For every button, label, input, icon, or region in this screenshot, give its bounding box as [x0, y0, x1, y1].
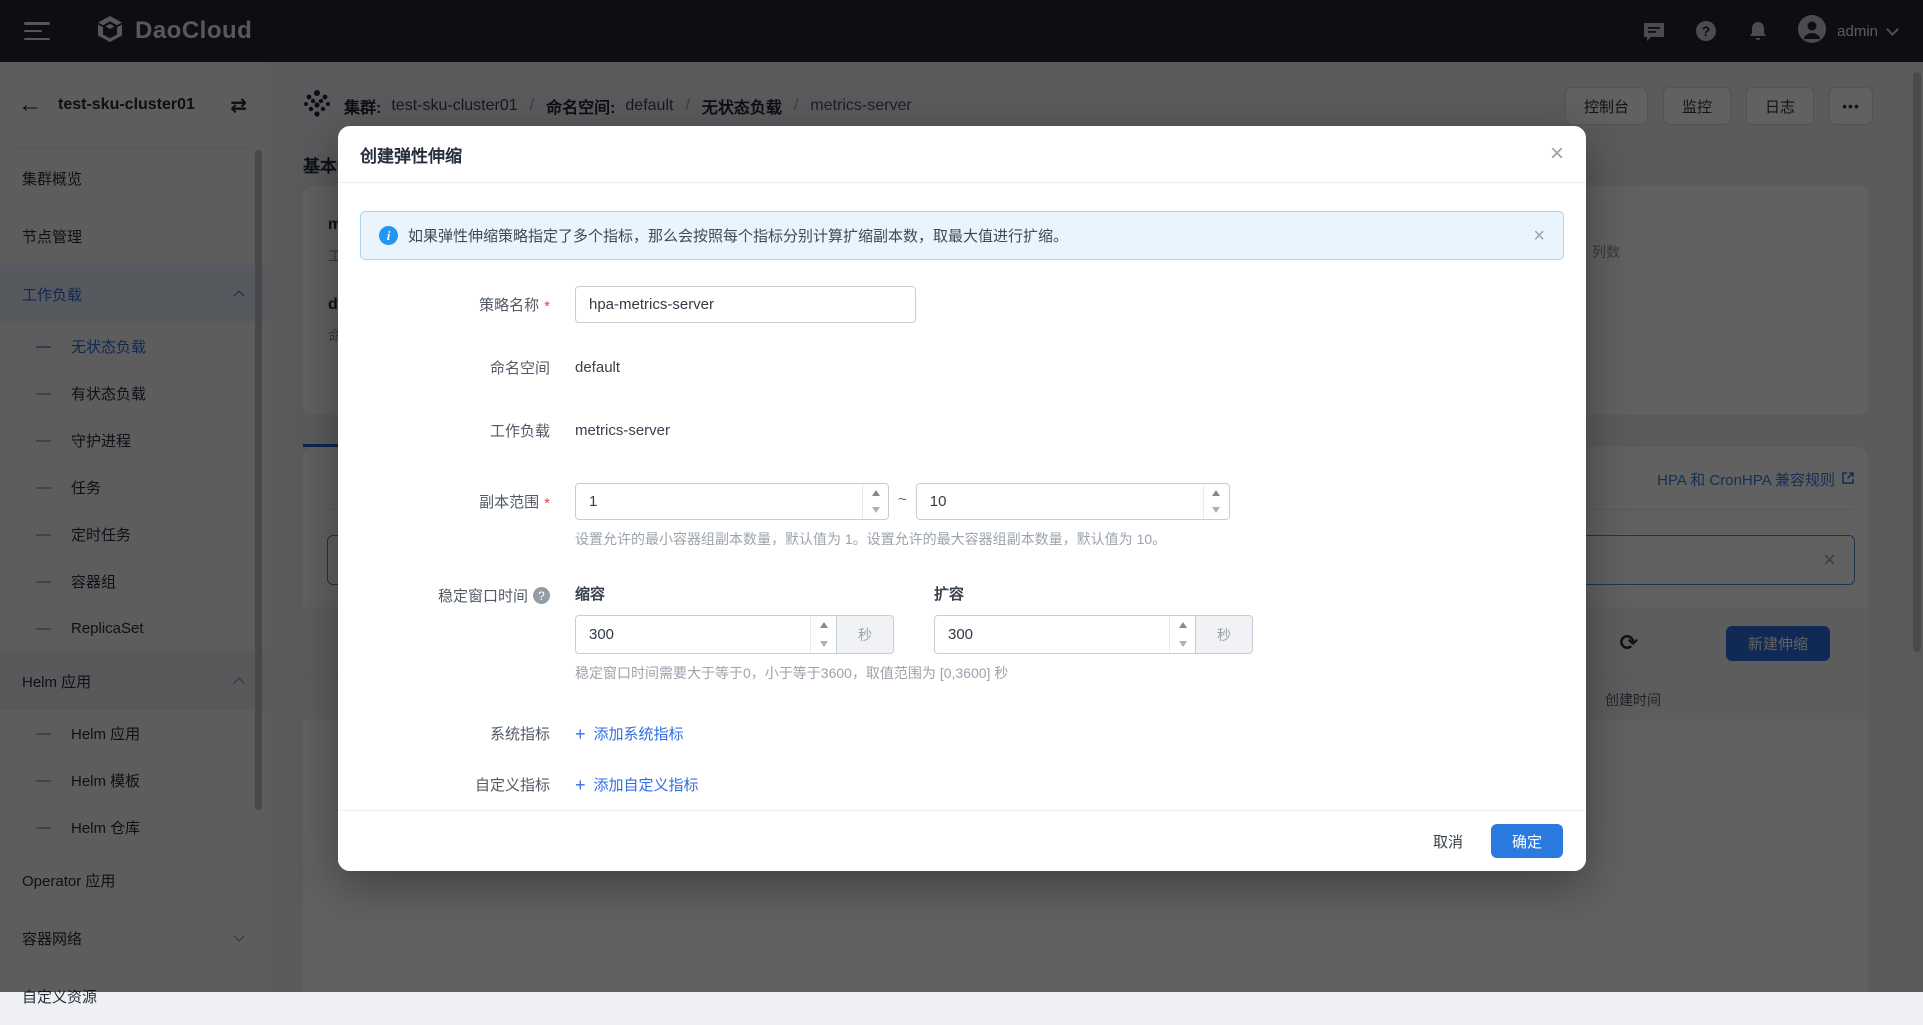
scale-down-label: 缩容 [575, 583, 894, 604]
seconds-unit-addon: 秒 [837, 615, 894, 654]
number-stepper [1169, 616, 1195, 653]
replica-min-input[interactable]: 1 [575, 483, 889, 520]
workload-field-value: metrics-server [575, 422, 670, 439]
plus-icon: + [575, 725, 586, 743]
number-stepper [862, 484, 888, 519]
cancel-button[interactable]: 取消 [1433, 831, 1463, 852]
required-asterisk: * [544, 492, 550, 512]
plus-icon: + [575, 776, 586, 794]
stepper-up-icon[interactable] [863, 484, 888, 502]
replica-max-input[interactable]: 10 [916, 483, 1230, 520]
system-metrics-label: 系统指标 [490, 723, 550, 744]
custom-metrics-label: 自定义指标 [475, 774, 550, 795]
namespace-field-label: 命名空间 [490, 357, 550, 378]
number-stepper [1203, 484, 1229, 519]
stepper-down-icon[interactable] [811, 635, 836, 654]
stabilization-window-help: 稳定窗口时间需要大于等于0，小于等于3600，取值范围为 [0,3600] 秒 [575, 663, 1253, 683]
namespace-field-value: default [575, 359, 620, 376]
stepper-up-icon[interactable] [1204, 484, 1229, 502]
scale-up-window-input[interactable]: 300 [934, 615, 1196, 654]
alert-text: 如果弹性伸缩策略指定了多个指标，那么会按照每个指标分别计算扩缩副本数，取最大值进… [408, 225, 1523, 246]
stabilization-window-label: 稳定窗口时间 [438, 585, 528, 606]
workload-field-label: 工作负载 [490, 420, 550, 441]
info-alert: i 如果弹性伸缩策略指定了多个指标，那么会按照每个指标分别计算扩缩副本数，取最大… [360, 211, 1564, 260]
policy-name-label: 策略名称 [479, 294, 539, 315]
stepper-down-icon[interactable] [1170, 635, 1195, 654]
scale-up-label: 扩容 [934, 583, 1253, 604]
replica-range-help: 设置允许的最小容器组副本数量，默认值为 1。设置允许的最大容器组副本数量，默认值… [575, 529, 1230, 549]
add-custom-metric-link[interactable]: + 添加自定义指标 [575, 768, 699, 795]
create-hpa-modal: 创建弹性伸缩 × i 如果弹性伸缩策略指定了多个指标，那么会按照每个指标分别计算… [338, 126, 1586, 871]
number-stepper [810, 616, 836, 653]
question-help-icon[interactable]: ? [533, 587, 550, 604]
add-system-metric-link[interactable]: + 添加系统指标 [575, 717, 684, 744]
info-icon: i [379, 226, 398, 245]
replica-range-label: 副本范围 [479, 491, 539, 512]
stepper-up-icon[interactable] [811, 616, 836, 635]
stepper-down-icon[interactable] [1204, 502, 1229, 520]
scale-down-window-input[interactable]: 300 [575, 615, 837, 654]
required-asterisk: * [544, 295, 550, 315]
close-icon[interactable]: × [1550, 142, 1564, 166]
alert-close-icon[interactable]: × [1533, 226, 1545, 246]
range-tilde: ~ [889, 483, 916, 508]
seconds-unit-addon: 秒 [1196, 615, 1253, 654]
modal-title: 创建弹性伸缩 [360, 142, 462, 167]
stepper-down-icon[interactable] [863, 502, 888, 520]
stepper-up-icon[interactable] [1170, 616, 1195, 635]
confirm-button[interactable]: 确定 [1491, 824, 1563, 858]
policy-name-input[interactable]: hpa-metrics-server [575, 286, 916, 323]
